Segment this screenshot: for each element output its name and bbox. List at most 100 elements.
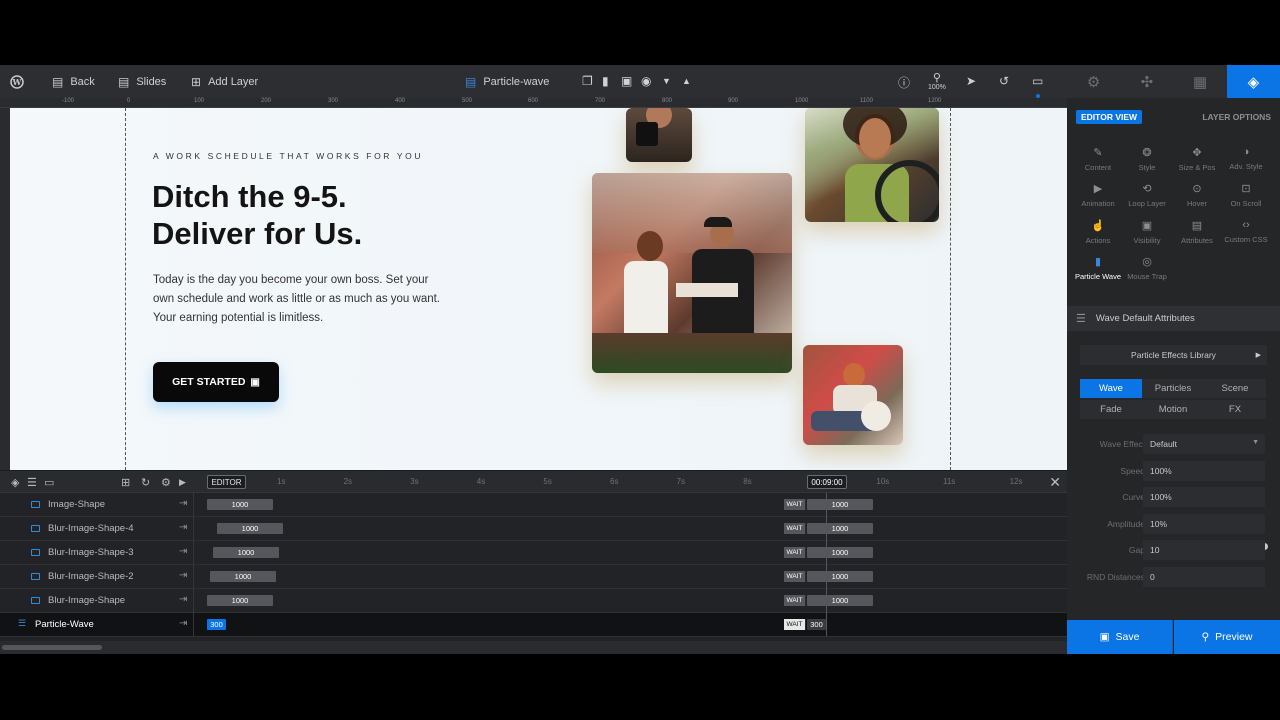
align-icon[interactable]: ⇥ (179, 594, 187, 605)
driver-photo[interactable] (805, 108, 939, 222)
timeline-row[interactable]: Blur-Image-Shape-2 ⇥ 1000 WAIT 1000 (0, 565, 1067, 589)
timeline-editor-label[interactable]: EDITOR (207, 475, 246, 489)
timeline-row[interactable]: Blur-Image-Shape ⇥ 1000 WAIT 1000 (0, 589, 1067, 613)
wordpress-logo-button[interactable]: W (10, 65, 24, 98)
particle-library-button[interactable]: Particle Effects Library ▶ (1080, 345, 1267, 365)
cursor-icon[interactable]: ➤ (966, 74, 976, 88)
body-text[interactable]: Today is the day you become your own bos… (153, 271, 443, 328)
start-animation-bar[interactable]: 300 (207, 619, 226, 630)
zoom-control[interactable]: ⚲ 100% (928, 71, 946, 91)
grid-icon[interactable]: ⊞ (121, 476, 130, 489)
duplicate-icon[interactable]: ❐ (582, 74, 593, 88)
tab-motion[interactable]: Motion (1142, 400, 1204, 419)
tab-wave[interactable]: Wave (1080, 379, 1142, 398)
courier-photo-top[interactable] (626, 108, 692, 162)
save-button[interactable]: ▣ Save (1067, 620, 1173, 654)
tab-fade[interactable]: Fade (1080, 400, 1142, 419)
wait-marker[interactable]: WAIT (784, 547, 806, 558)
slide-canvas[interactable]: A WORK SCHEDULE THAT WORKS FOR YOU Ditch… (10, 108, 1067, 470)
option-size-pos[interactable]: ✥ Size & Pos (1172, 146, 1222, 172)
desktop-icon[interactable]: ▭ (1032, 74, 1043, 88)
add-layer-button[interactable]: ⊞ Add Layer (191, 65, 258, 98)
align-icon[interactable]: ⇥ (179, 498, 187, 509)
headline[interactable]: Ditch the 9-5. Deliver for Us. (152, 178, 452, 252)
curve-input[interactable]: 100% (1143, 487, 1265, 507)
option-visibility[interactable]: ▣ Visibility (1122, 219, 1172, 245)
chevron-up-icon[interactable]: ▲ (682, 76, 691, 86)
end-animation-bar[interactable]: 1000 (807, 523, 873, 534)
align-icon[interactable]: ⇥ (179, 618, 187, 629)
eye-icon[interactable]: ◉ (641, 74, 651, 88)
option-particle-wave[interactable]: ▮ Particle Wave (1073, 255, 1123, 281)
option-hover[interactable]: ⊙ Hover (1172, 182, 1222, 208)
timeline-row[interactable]: Blur-Image-Shape-3 ⇥ 1000 WAIT 1000 (0, 541, 1067, 565)
playhead[interactable] (826, 493, 827, 636)
layers-icon[interactable]: ◈ (11, 476, 19, 489)
timeline-row[interactable]: Blur-Image-Shape-4 ⇥ 1000 WAIT 1000 (0, 517, 1067, 541)
navigation-tab[interactable]: ✣ (1120, 65, 1173, 98)
option-mouse-trap[interactable]: ◎ Mouse Trap (1122, 255, 1172, 281)
option-loop-layer[interactable]: ⟲ Loop Layer (1122, 182, 1172, 208)
option-on-scroll[interactable]: ⊡ On Scroll (1221, 182, 1271, 208)
end-animation-bar[interactable]: 1000 (807, 571, 873, 582)
slides-button[interactable]: ▤ Slides (118, 65, 166, 98)
align-icon[interactable]: ⇥ (179, 522, 187, 533)
get-started-button[interactable]: GET STARTED ▣ (153, 362, 279, 402)
settings-tab[interactable]: ⚙ (1067, 65, 1120, 98)
start-animation-bar[interactable]: 1000 (213, 547, 279, 558)
undo-icon[interactable]: ↺ (999, 74, 1009, 88)
option-attributes[interactable]: ▤ Attributes (1172, 219, 1222, 245)
wait-marker[interactable]: WAIT (784, 523, 806, 534)
back-button[interactable]: ▤ Back (52, 65, 95, 98)
align-icon[interactable]: ⇥ (179, 546, 187, 557)
lock-icon[interactable]: ▣ (621, 74, 632, 88)
slides-tab[interactable]: ▦ (1174, 65, 1227, 98)
slide-name-selector[interactable]: ▤ Particle-wave (465, 65, 549, 98)
gap-input[interactable]: 10 (1143, 540, 1265, 560)
wait-marker[interactable]: WAIT (784, 619, 806, 630)
help-icon[interactable]: ⓘ (898, 74, 910, 91)
wait-marker[interactable]: WAIT (784, 595, 806, 606)
end-animation-bar[interactable]: 300 (807, 619, 826, 630)
couch-dog-photo[interactable] (803, 345, 903, 445)
start-animation-bar[interactable]: 1000 (210, 571, 276, 582)
rnd-distances-input[interactable]: 0 (1143, 567, 1265, 587)
timeline-row[interactable]: ☰ Particle-Wave ⇥ 300 WAIT 300 (0, 613, 1067, 637)
current-time[interactable]: 00:09:00 (807, 475, 847, 489)
option-adv-style[interactable]: ◑ Adv. Style (1221, 146, 1271, 171)
start-animation-bar[interactable]: 1000 (207, 595, 273, 606)
wait-marker[interactable]: WAIT (784, 571, 806, 582)
option-animation[interactable]: ▶ Animation (1073, 182, 1123, 208)
menu-icon[interactable]: ☰ (27, 476, 37, 489)
layer-options-label[interactable]: LAYER OPTIONS (1202, 112, 1271, 122)
close-icon[interactable]: ✕ (1049, 474, 1061, 491)
speed-input[interactable]: 100% (1143, 461, 1265, 481)
end-animation-bar[interactable]: 1000 (807, 499, 873, 510)
option-content[interactable]: ✎ Content (1073, 146, 1123, 172)
align-icon[interactable]: ⇥ (179, 570, 187, 581)
option-actions[interactable]: ☝ Actions (1073, 219, 1123, 245)
end-animation-bar[interactable]: 1000 (807, 547, 873, 558)
horizontal-scrollbar[interactable] (2, 645, 102, 650)
editor-view-button[interactable]: EDITOR VIEW (1076, 110, 1143, 124)
amplitude-input[interactable]: 10% (1143, 514, 1265, 534)
play-icon[interactable]: ▶ (179, 477, 186, 488)
eyebrow-text[interactable]: A WORK SCHEDULE THAT WORKS FOR YOU (153, 151, 423, 161)
wait-marker[interactable]: WAIT (784, 499, 806, 510)
layers-tab[interactable]: ◈ (1226, 65, 1280, 98)
end-animation-bar[interactable]: 1000 (807, 595, 873, 606)
chevron-down-icon[interactable]: ▼ (662, 76, 671, 86)
trash-icon[interactable]: ▮ (602, 74, 609, 88)
option-custom-css[interactable]: ‹› Custom CSS (1221, 219, 1271, 244)
delivery-photo-main[interactable] (592, 173, 792, 373)
folder-icon[interactable]: ▭ (44, 476, 54, 489)
tab-fx[interactable]: FX (1204, 400, 1266, 419)
tab-scene[interactable]: Scene (1204, 379, 1266, 398)
wave-attributes-header[interactable]: ☰ Wave Default Attributes (1067, 306, 1280, 331)
tab-particles[interactable]: Particles (1142, 379, 1204, 398)
timeline-row[interactable]: Image-Shape ⇥ 1000 WAIT 1000 (0, 493, 1067, 517)
preview-button[interactable]: ⚲ Preview (1174, 620, 1280, 654)
start-animation-bar[interactable]: 1000 (217, 523, 283, 534)
wave-effect-select[interactable]: Default ▼ (1143, 434, 1265, 454)
start-animation-bar[interactable]: 1000 (207, 499, 273, 510)
